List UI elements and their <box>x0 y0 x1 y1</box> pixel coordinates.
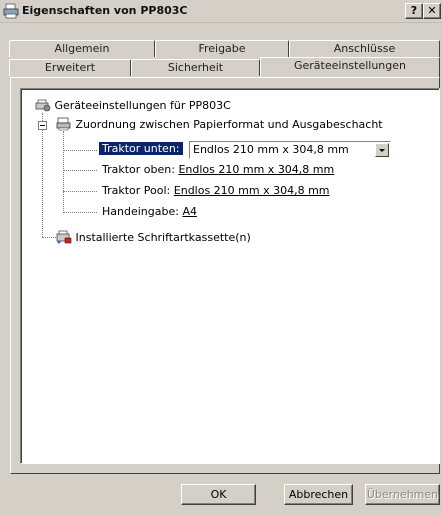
tree-fonts[interactable]: Installierte Schriftartkassette(n) <box>56 230 251 245</box>
tab-allgemein[interactable]: Allgemein <box>9 40 155 57</box>
tree-item-label: Traktor unten: <box>99 142 183 155</box>
tree-line <box>63 150 97 151</box>
tree-line <box>63 191 97 192</box>
tab-row-back: Allgemein Freigabe Anschlüsse <box>9 40 440 57</box>
tree-item-traktor-pool[interactable]: Traktor Pool: Endlos 210 mm x 304,8 mm <box>102 184 330 198</box>
tab-anschluesse[interactable]: Anschlüsse <box>289 40 440 57</box>
tab-freigabe[interactable]: Freigabe <box>155 40 289 57</box>
tab-row-front: Erweitert Sicherheit Geräteeinstellungen <box>9 57 440 77</box>
tree-item-label: Traktor Pool: <box>102 184 171 197</box>
tree-root[interactable]: Geräteeinstellungen für PP803C <box>35 98 231 113</box>
tree-line <box>42 113 43 237</box>
tree-root-label: Geräteeinstellungen für PP803C <box>54 99 231 112</box>
paper-tray-icon <box>56 117 71 131</box>
tree-line <box>63 212 97 213</box>
printer-settings-icon <box>35 99 51 112</box>
tree-fonts-label: Installierte Schriftartkassette(n) <box>75 231 251 244</box>
printer-icon <box>3 3 19 19</box>
tree-item-label: Traktor oben: <box>102 163 175 176</box>
tree-line <box>63 131 64 213</box>
collapse-toggle[interactable] <box>38 121 47 130</box>
close-button[interactable]: ✕ <box>423 3 441 19</box>
settings-tree[interactable]: Geräteeinstellungen für PP803C Zuordnung… <box>20 88 440 464</box>
tree-group[interactable]: Zuordnung zwischen Papierformat und Ausg… <box>56 117 383 132</box>
title-bar: Eigenschaften von PP803C ? ✕ <box>0 0 442 23</box>
tray-format-select[interactable]: Endlos 210 mm x 304,8 mm <box>189 141 391 159</box>
chevron-down-icon[interactable] <box>375 143 389 157</box>
tree-group-label: Zuordnung zwischen Papierformat und Ausg… <box>75 118 383 131</box>
tree-line <box>63 170 97 171</box>
tree-item-value[interactable]: Endlos 210 mm x 304,8 mm <box>174 184 330 197</box>
window-title: Eigenschaften von PP803C <box>22 4 188 17</box>
tree-item-handeingabe[interactable]: Handeingabe: A4 <box>102 205 197 219</box>
ok-button[interactable]: OK <box>181 484 256 505</box>
font-cartridge-icon <box>56 230 72 244</box>
cancel-button[interactable]: Abbrechen <box>284 484 353 505</box>
tree-item-traktor-oben[interactable]: Traktor oben: Endlos 210 mm x 304,8 mm <box>102 163 334 177</box>
tab-sicherheit[interactable]: Sicherheit <box>131 59 260 76</box>
tree-item-value[interactable]: A4 <box>182 205 197 218</box>
tab-geraeteeinstellungen[interactable]: Geräteeinstellungen <box>260 57 440 77</box>
apply-button[interactable]: Übernehmen <box>365 484 440 505</box>
help-button[interactable]: ? <box>405 3 423 19</box>
tree-item-traktor-unten[interactable]: Traktor unten: <box>99 142 183 156</box>
tree-line <box>42 237 56 238</box>
tree-item-label: Handeingabe: <box>102 205 179 218</box>
tray-format-value: Endlos 210 mm x 304,8 mm <box>193 143 349 156</box>
tab-erweitert[interactable]: Erweitert <box>9 59 131 76</box>
tree-item-value[interactable]: Endlos 210 mm x 304,8 mm <box>178 163 334 176</box>
